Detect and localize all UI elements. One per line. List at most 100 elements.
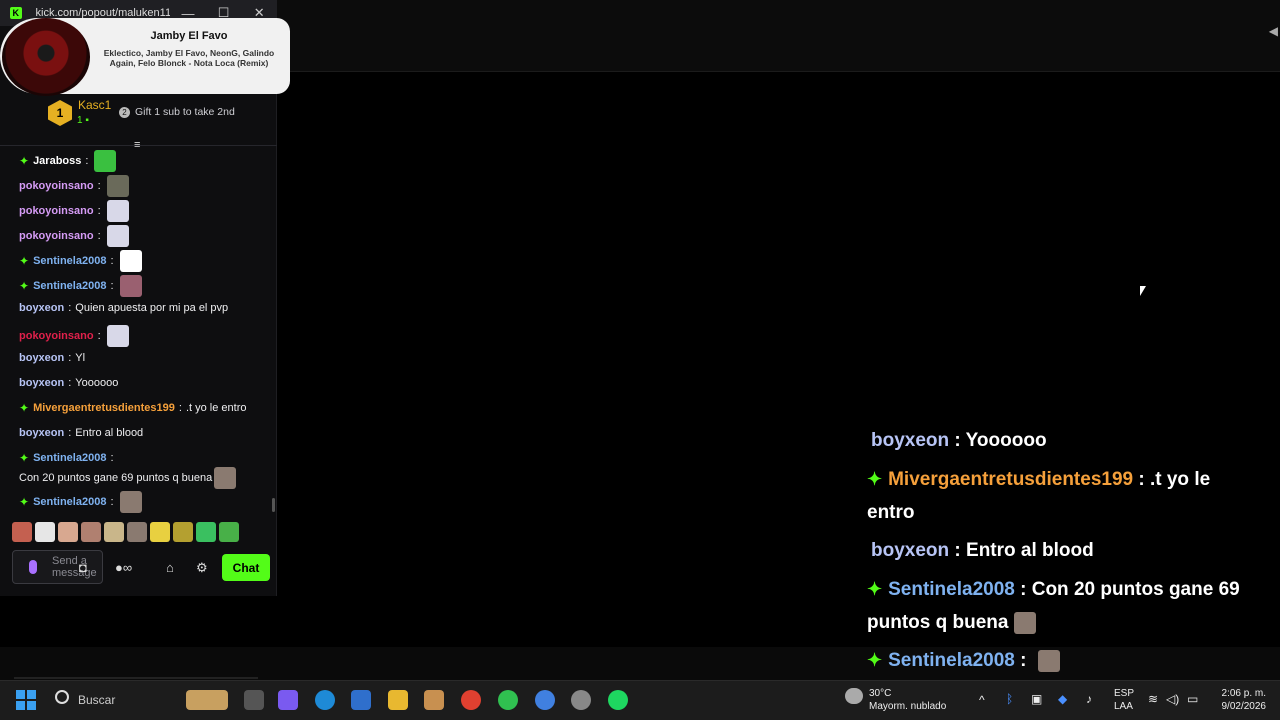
store-app-icon[interactable] <box>351 690 371 710</box>
drops-icon[interactable]: ●∞ <box>115 560 132 575</box>
chat-message: boyxeon: Yl <box>19 350 264 367</box>
windows-start-icon[interactable] <box>16 690 36 710</box>
separator: : <box>68 427 72 439</box>
edge-icon[interactable] <box>315 690 335 710</box>
emote-icon[interactable] <box>81 522 101 542</box>
emote-icon <box>106 175 129 197</box>
now-playing-artists: Eklectico, Jamby El Favo, NeonG, Galindo… <box>103 48 275 68</box>
clock-date[interactable]: 9/02/2026 <box>1214 701 1267 713</box>
chat-message-text: .t yo le entro <box>185 402 247 414</box>
chat-input-placeholder: Send a message <box>52 555 97 579</box>
emote-icon <box>106 325 129 347</box>
volume-icon[interactable]: ◁) <box>1166 693 1179 705</box>
chat-message: boyxeon: Yoooooo <box>19 375 264 392</box>
chat-username[interactable]: Jaraboss <box>33 153 81 170</box>
bluetooth-icon[interactable]: ᛒ <box>1006 693 1013 705</box>
mic-icon[interactable] <box>29 560 37 574</box>
emote-icon[interactable] <box>58 522 78 542</box>
emote-icon[interactable] <box>219 522 239 542</box>
emote-icon <box>1037 649 1060 672</box>
emote-icon <box>94 150 117 172</box>
stream-top-area: ◀ <box>276 0 1280 72</box>
settings-gear-icon[interactable]: ⚙ <box>196 560 208 576</box>
chat-send-button[interactable]: Chat <box>222 554 270 581</box>
emote-bar <box>12 522 239 544</box>
search-highlight-icon[interactable] <box>186 690 228 710</box>
chat-message: boyxeon: Quien apuesta por mi pa el pvp <box>19 300 264 317</box>
emote-icon <box>1014 611 1037 634</box>
separator: : <box>110 452 114 464</box>
separator: : <box>97 229 101 242</box>
chrome-profile-icon[interactable] <box>535 690 555 710</box>
tray-chevron-icon[interactable]: ^ <box>979 694 985 706</box>
separator: : <box>110 495 114 508</box>
taskbar-search[interactable]: Buscar <box>78 693 115 707</box>
tray-app-icon[interactable]: ▣ <box>1031 693 1042 705</box>
chat-message: ✦ Sentinela2008: <box>19 250 264 272</box>
emoji-icon[interactable]: ◘ <box>79 560 87 575</box>
wifi-icon[interactable]: ≋ <box>1148 693 1158 705</box>
obs-icon[interactable] <box>571 690 591 710</box>
separator: : <box>97 179 101 192</box>
emote-icon[interactable] <box>35 522 55 542</box>
chat-username[interactable]: boyxeon <box>19 375 64 392</box>
chat-username[interactable]: pokoyoinsano <box>19 203 94 220</box>
spotify-icon[interactable] <box>608 690 628 710</box>
separator: : <box>68 302 72 314</box>
emote-icon[interactable] <box>196 522 216 542</box>
separator: : <box>68 352 72 364</box>
emote-icon[interactable] <box>12 522 32 542</box>
separator: : <box>949 430 966 451</box>
defender-icon[interactable]: ◆ <box>1058 693 1067 705</box>
emote-icon[interactable] <box>127 522 147 542</box>
chat-username[interactable]: pokoyoinsano <box>19 228 94 245</box>
chrome-icon[interactable] <box>461 690 481 710</box>
subscriber-badge-icon: ✦ <box>19 451 30 465</box>
clock-time[interactable]: 2:06 p. m. <box>1218 688 1266 700</box>
file-explorer-icon[interactable] <box>388 690 408 710</box>
chat-username[interactable]: Sentinela2008 <box>33 253 106 270</box>
chat-scrollbar[interactable] <box>272 498 275 512</box>
chat-username[interactable]: Sentinela2008 <box>33 278 106 295</box>
chat-username[interactable]: boyxeon <box>19 425 64 442</box>
chat-message: pokoyoinsano: <box>19 200 264 222</box>
gifter-name[interactable]: Kasc1 <box>78 98 111 112</box>
separator: : <box>68 377 72 389</box>
chat-username[interactable]: boyxeon <box>19 300 64 317</box>
store-icon[interactable]: ⌂ <box>166 560 174 575</box>
emote-icon[interactable] <box>150 522 170 542</box>
chat-username[interactable]: Sentinela2008 <box>33 450 106 467</box>
game-app-icon[interactable] <box>424 690 444 710</box>
language-code[interactable]: ESP <box>1114 688 1134 700</box>
overlay-username: Sentinela2008 <box>888 579 1015 600</box>
microphone-icon[interactable]: ♪ <box>1086 693 1092 705</box>
subscriber-badge-icon: ✦ <box>867 579 883 599</box>
separator: : <box>1014 650 1032 671</box>
chat-message: boyxeon: Entro al blood <box>19 425 264 442</box>
whatsapp-icon[interactable] <box>498 690 518 710</box>
battery-icon[interactable]: ▭ <box>1187 693 1198 705</box>
keyboard-layout[interactable]: LAA <box>1114 701 1133 713</box>
chat-username[interactable]: pokoyoinsano <box>19 328 94 345</box>
chat-username[interactable]: pokoyoinsano <box>19 178 94 195</box>
chat-username[interactable]: Mivergaentretusdientes199 <box>33 400 175 417</box>
overlay-chat-message: ✦ Sentinela2008 : Con 20 puntos gane 69 p… <box>867 573 1257 639</box>
search-icon[interactable] <box>55 690 69 704</box>
task-view-icon[interactable] <box>244 690 264 710</box>
weather-temp[interactable]: 30°C <box>869 688 891 700</box>
overlay-chat-message: boyxeon : Entro al blood <box>867 534 1257 567</box>
gift-sub-cta[interactable]: 2 Gift 1 sub to take 2nd <box>119 106 235 118</box>
emote-icon <box>119 275 142 297</box>
separator: : <box>85 154 89 167</box>
chat-message-text: Entro al blood <box>75 427 144 439</box>
separator: : <box>949 540 967 561</box>
overlay-message-text: Entro al blood <box>966 540 1094 561</box>
emote-icon[interactable] <box>104 522 124 542</box>
chat-username[interactable]: Sentinela2008 <box>33 494 106 511</box>
weather-desc[interactable]: Mayorm. nublado <box>869 701 946 713</box>
emote-icon[interactable] <box>173 522 193 542</box>
copilot-icon[interactable] <box>278 690 298 710</box>
gifter-count: 1 ▪ <box>77 115 89 126</box>
collapse-arrow-icon[interactable]: ◀ <box>1269 24 1278 38</box>
chat-username[interactable]: boyxeon <box>19 350 64 367</box>
